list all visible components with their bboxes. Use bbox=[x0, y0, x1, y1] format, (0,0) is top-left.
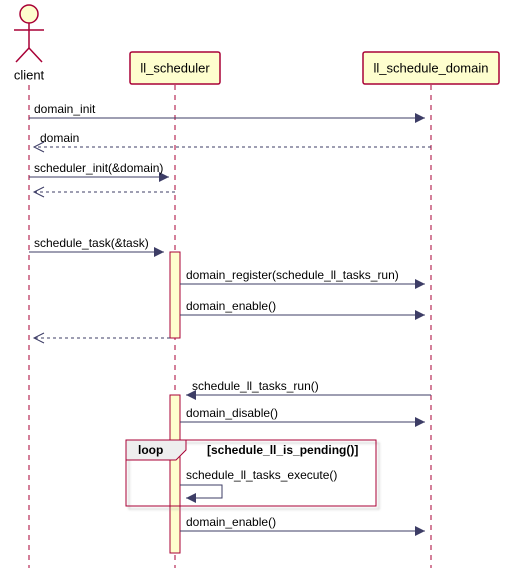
msg-tasks-execute: schedule_ll_tasks_execute() bbox=[180, 468, 337, 503]
svg-text:schedule_ll_tasks_run(): schedule_ll_tasks_run() bbox=[192, 379, 319, 393]
msg-scheduler-init-return bbox=[34, 187, 175, 197]
msg-domain-enable-1: domain_enable() bbox=[180, 299, 425, 320]
participant-domain: ll_schedule_domain bbox=[363, 52, 499, 84]
svg-text:schedule_ll_tasks_execute(): schedule_ll_tasks_execute() bbox=[186, 468, 337, 482]
msg-domain-init: domain_init bbox=[29, 102, 425, 123]
sequence-diagram: client ll_scheduler ll_schedule_domain d… bbox=[0, 0, 513, 568]
actor-client: client bbox=[14, 5, 45, 82]
msg-domain-register: domain_register(schedule_ll_tasks_run) bbox=[180, 268, 425, 289]
actor-label: client bbox=[14, 67, 45, 82]
svg-text:schedule_task(&task): schedule_task(&task) bbox=[34, 236, 149, 250]
svg-text:domain: domain bbox=[40, 131, 79, 145]
svg-text:scheduler_init(&domain): scheduler_init(&domain) bbox=[34, 161, 163, 175]
msg-domain-return: domain bbox=[34, 131, 431, 152]
msg-scheduler-init: scheduler_init(&domain) bbox=[29, 161, 169, 182]
svg-text:[schedule_ll_is_pending()]: [schedule_ll_is_pending()] bbox=[207, 443, 358, 457]
svg-text:domain_enable(): domain_enable() bbox=[186, 299, 276, 313]
msg-domain-enable-2: domain_enable() bbox=[180, 515, 425, 536]
activation-scheduler-1 bbox=[170, 252, 180, 338]
activation-scheduler-2 bbox=[170, 395, 180, 553]
participant-label: ll_schedule_domain bbox=[374, 60, 489, 75]
svg-text:domain_register(schedule_ll_ta: domain_register(schedule_ll_tasks_run) bbox=[186, 268, 399, 282]
svg-text:domain_enable(): domain_enable() bbox=[186, 515, 276, 529]
msg-schedule-task-return bbox=[34, 333, 170, 343]
participant-scheduler: ll_scheduler bbox=[130, 52, 220, 84]
participant-label: ll_scheduler bbox=[140, 60, 210, 75]
svg-text:loop: loop bbox=[138, 443, 163, 457]
msg-domain-disable: domain_disable() bbox=[180, 406, 425, 427]
svg-text:domain_disable(): domain_disable() bbox=[186, 406, 278, 420]
msg-schedule-task: schedule_task(&task) bbox=[29, 236, 164, 257]
svg-text:domain_init: domain_init bbox=[34, 102, 96, 116]
msg-tasks-run: schedule_ll_tasks_run() bbox=[186, 379, 431, 400]
